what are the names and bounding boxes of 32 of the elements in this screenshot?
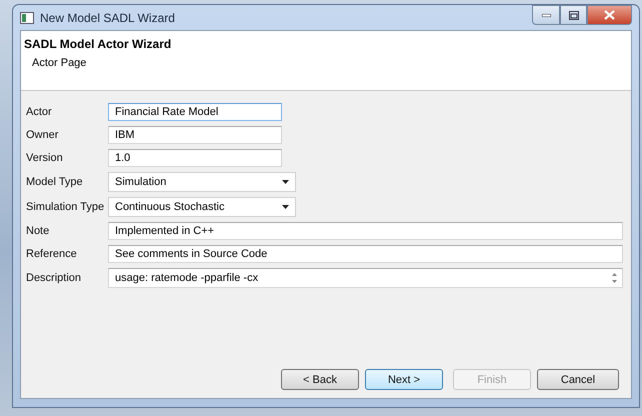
text-field[interactable]: IBM [108,126,282,144]
dropdown-arrow-icon [282,180,289,184]
field-label: Reference [26,248,78,260]
scroll-arrows-icon[interactable] [611,272,618,284]
maximize-icon [568,10,578,20]
dropdown-arrow-icon [282,205,289,209]
text-field[interactable]: 1.0 [108,149,282,167]
close-icon [604,10,615,20]
app-icon [20,12,34,24]
wizard-button[interactable]: < Back [281,369,359,390]
text-field[interactable]: Implemented in C++ [108,222,623,240]
window-title: New Model SADL Wizard [40,10,175,24]
text-field[interactable]: Financial Rate Model [108,103,282,121]
field-label: Version [26,152,64,164]
field-label: Actor [26,106,53,118]
dropdown-field[interactable]: Continuous Stochastic [108,197,296,217]
page-subtitle: Actor Page [32,57,88,69]
text-field[interactable]: See comments in Source Code [108,245,623,263]
field-label: Note [26,225,50,237]
field-label: Simulation Type [26,201,106,213]
dropdown-field[interactable]: Simulation [108,172,296,192]
minimize-button[interactable] [532,5,560,25]
minimize-icon [542,14,550,16]
maximize-button[interactable] [560,5,587,25]
wizard-title: SADL Model Actor Wizard [24,37,172,51]
text-area[interactable]: usage: ratemode -pparfile -cx [108,268,623,288]
wizard-button[interactable]: Next > [365,369,443,390]
field-label: Description [26,272,82,284]
field-label: Model Type [26,176,84,188]
wizard-button[interactable]: Cancel [537,369,619,390]
close-button[interactable] [587,5,632,25]
field-label: Owner [26,129,60,141]
